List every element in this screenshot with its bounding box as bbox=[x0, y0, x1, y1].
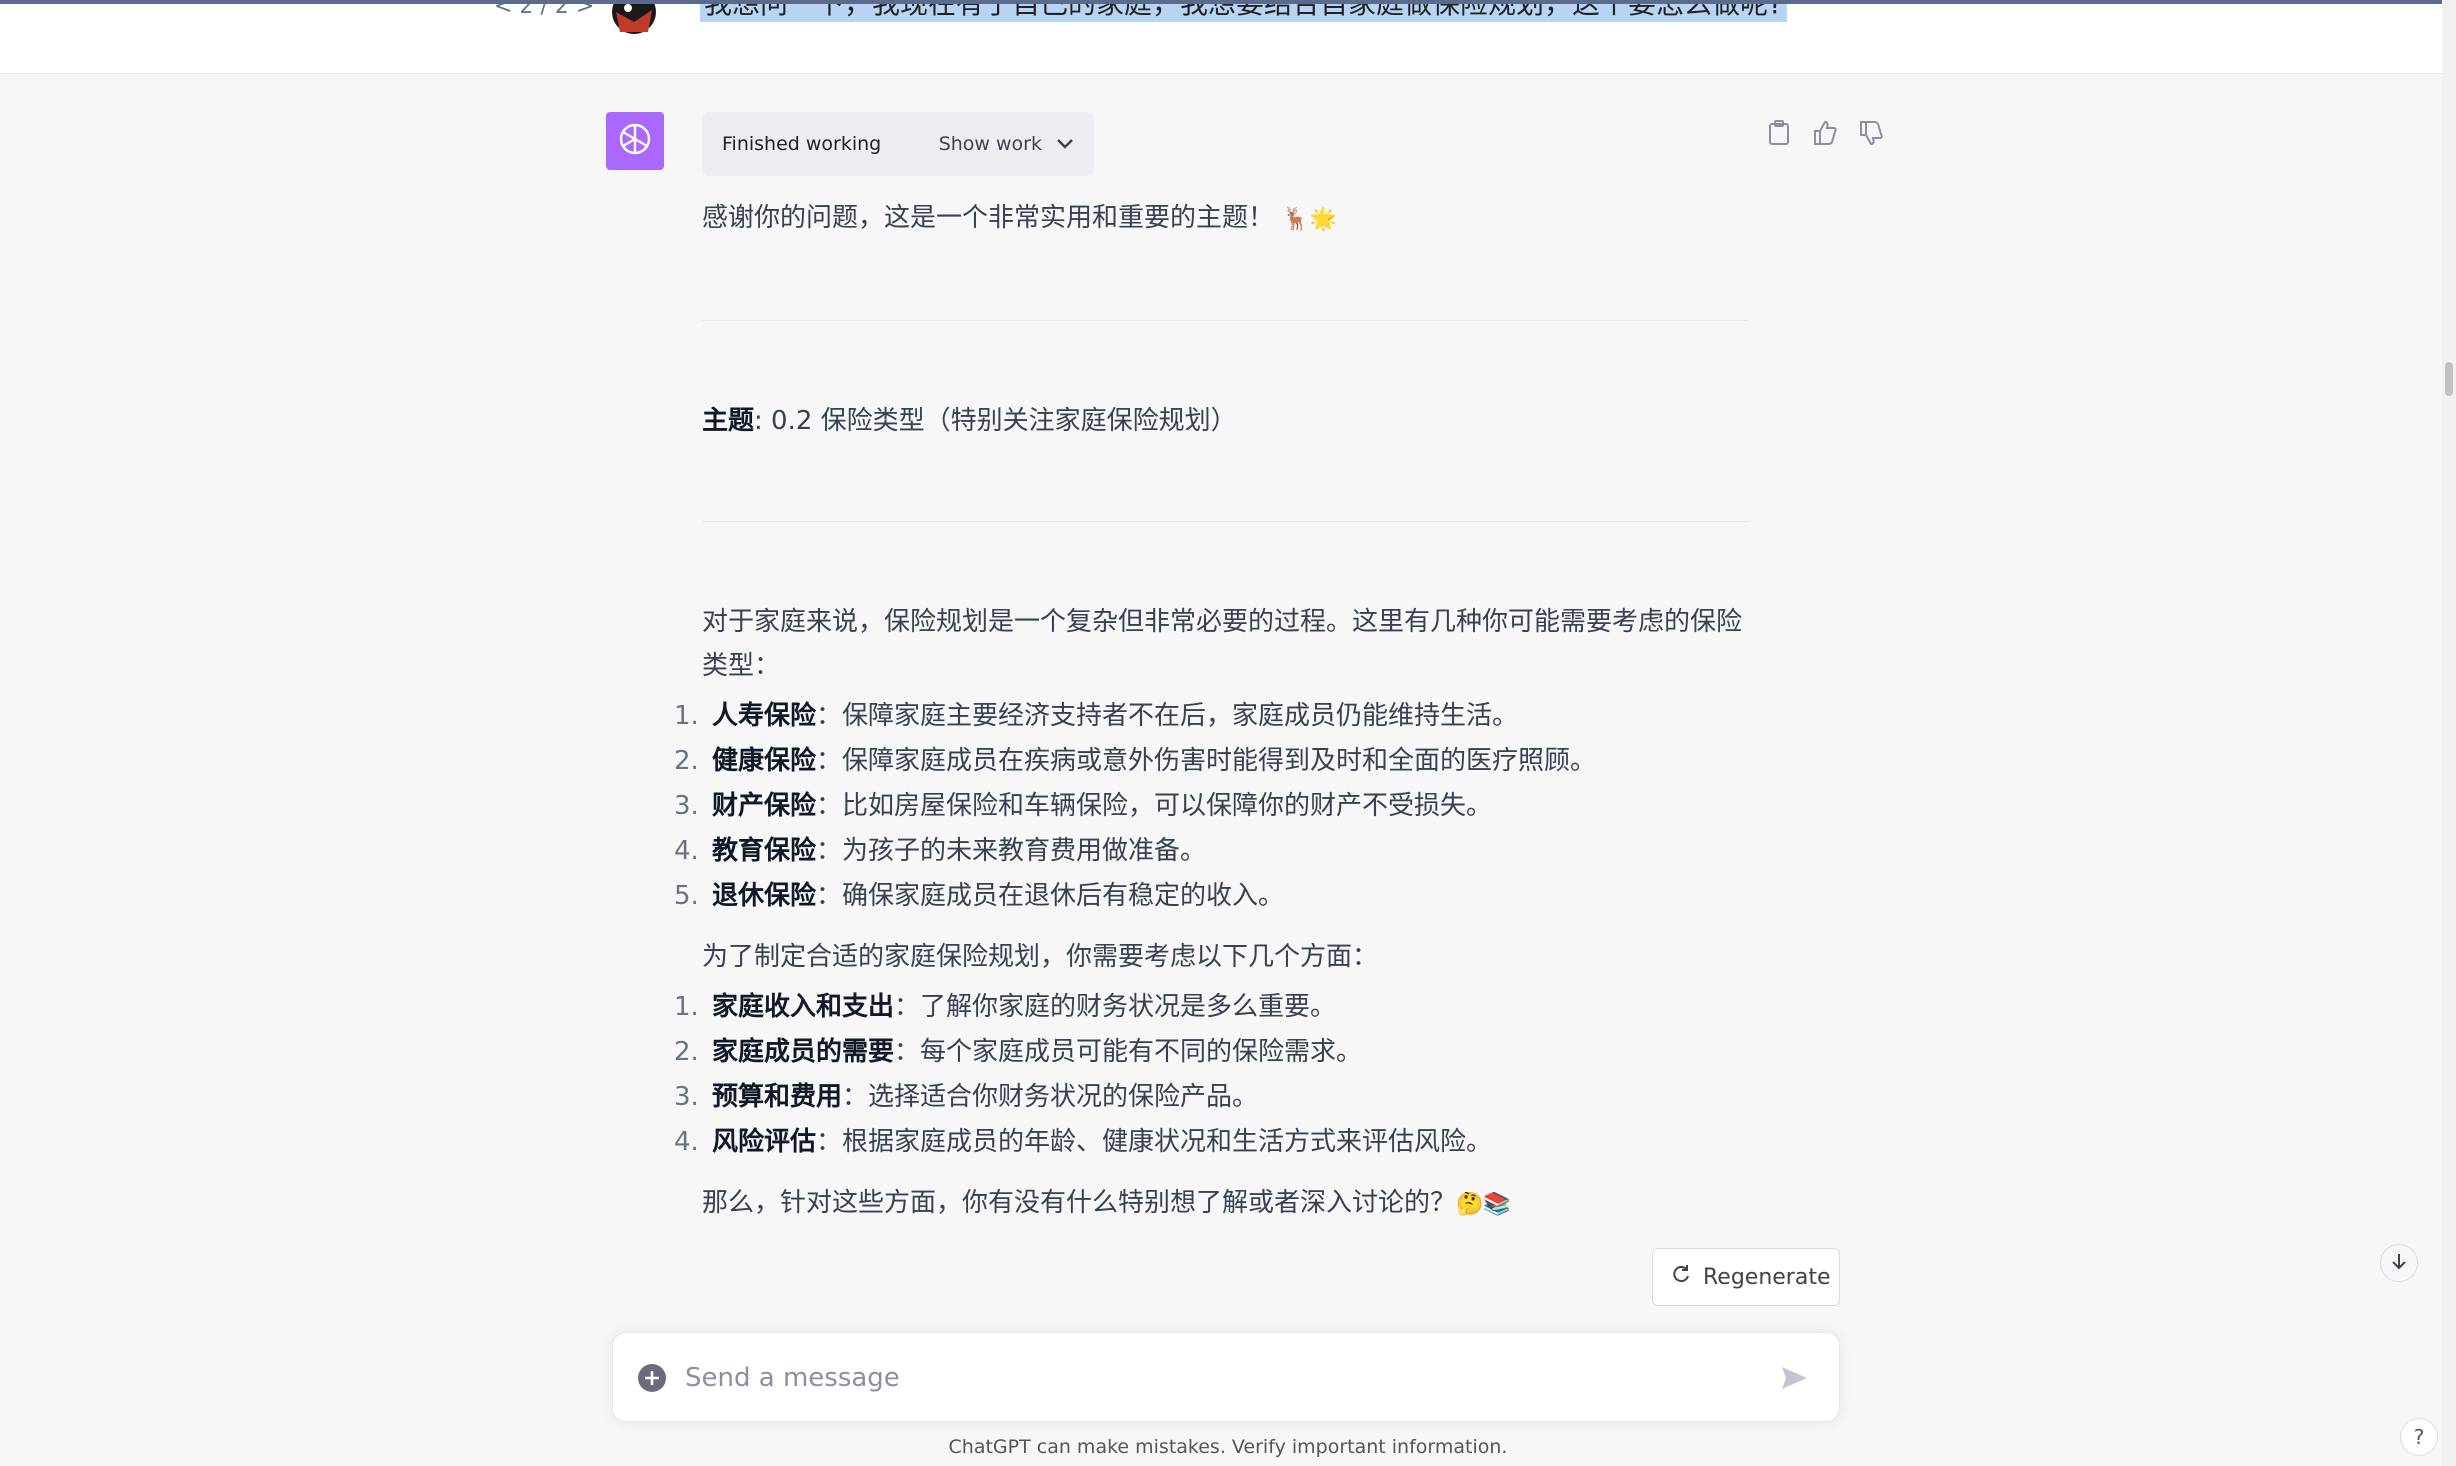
assistant-avatar bbox=[606, 112, 664, 170]
send-icon[interactable] bbox=[1779, 1363, 1811, 1395]
clipboard-icon[interactable] bbox=[1766, 118, 1792, 148]
list-description: ：选择适合你财务状况的保险产品。 bbox=[842, 1082, 1259, 1112]
list-number: 1. bbox=[674, 992, 699, 1022]
scrollbar-track[interactable] bbox=[2442, 0, 2456, 1466]
list-number: 2. bbox=[674, 746, 699, 776]
topic-value: : 0.2 保险类型（特别关注家庭保险规划） bbox=[754, 406, 1237, 436]
list-item: 2. 家庭成员的需要：每个家庭成员可能有不同的保险需求。 bbox=[674, 1030, 1748, 1075]
list-description: ：根据家庭成员的年龄、健康状况和生活方式来评估风险。 bbox=[816, 1127, 1493, 1157]
refresh-icon bbox=[1671, 1264, 1691, 1290]
list-term: 风险评估 bbox=[712, 1127, 817, 1157]
disclaimer-text: ChatGPT can make mistakes. Verify import… bbox=[948, 1436, 1508, 1458]
list-description: ：每个家庭成员可能有不同的保险需求。 bbox=[894, 1037, 1363, 1067]
insurance-types-intro: 对于家庭来说，保险规划是一个复杂但非常必要的过程。这里有几种你可能需要考虑的保险… bbox=[702, 607, 1743, 681]
list-item: 2. 健康保险：保障家庭成员在疾病或意外伤害时能得到及时和全面的医疗照顾。 bbox=[674, 739, 1748, 784]
user-avatar bbox=[604, 4, 664, 42]
plus-circle-icon[interactable] bbox=[637, 1363, 667, 1393]
message-actions bbox=[1766, 118, 1884, 148]
list-number: 1. bbox=[674, 701, 699, 731]
intro-emoji: 🦌🌟 bbox=[1282, 207, 1338, 232]
assistant-message-body: 感谢你的问题，这是一个非常实用和重要的主题！ 🦌🌟 主题: 0.2 保险类型（特… bbox=[674, 196, 1748, 1227]
list-description: ：保障家庭主要经济支持者不在后，家庭成员仍能维持生活。 bbox=[816, 701, 1519, 731]
list-number: 2. bbox=[674, 1037, 699, 1067]
list-description: ：保障家庭成员在疾病或意外伤害时能得到及时和全面的医疗照顾。 bbox=[816, 746, 1597, 776]
help-button[interactable]: ? bbox=[2400, 1418, 2438, 1456]
work-status-pill[interactable]: Finished working Show work bbox=[702, 112, 1094, 176]
previous-user-message: < 2 / 2 > 我想问一下，我现在有了自己的家庭，我想要结合自家庭做保险规划… bbox=[0, 0, 2456, 74]
considerations-list: 1. 家庭收入和支出：了解你家庭的财务状况是多么重要。 2. 家庭成员的需要：每个家庭… bbox=[674, 985, 1748, 1165]
list-number: 5. bbox=[674, 881, 699, 911]
topic-line: 主题: 0.2 保险类型（特别关注家庭保险规划） bbox=[702, 399, 1748, 443]
show-work-button[interactable]: Show work bbox=[939, 133, 1042, 155]
closing-text: 那么，针对这些方面，你有没有什么特别想了解或者深入讨论的？ bbox=[702, 1188, 1457, 1218]
closing-paragraph: 那么，针对这些方面，你有没有什么特别想了解或者深入讨论的？🤔📚 bbox=[702, 1181, 1748, 1227]
list-term: 退休保险 bbox=[712, 881, 817, 911]
list-item: 5. 退休保险：确保家庭成员在退休后有稳定的收入。 bbox=[674, 874, 1748, 919]
list-item: 1. 家庭收入和支出：了解你家庭的财务状况是多么重要。 bbox=[674, 985, 1748, 1030]
user-message-text: 我想问一下，我现在有了自己的家庭，我想要结合自家庭做保险规划，这个要怎么做呢? bbox=[700, 4, 1787, 22]
work-status-label: Finished working bbox=[722, 133, 882, 155]
thumbs-up-icon[interactable] bbox=[1812, 118, 1838, 148]
list-item: 4. 教育保险：为孩子的未来教育费用做准备。 bbox=[674, 829, 1748, 874]
list-description: ：比如房屋保险和车辆保险，可以保障你的财产不受损失。 bbox=[816, 791, 1493, 821]
list-number: 3. bbox=[674, 791, 699, 821]
list-term: 家庭成员的需要 bbox=[712, 1037, 895, 1067]
list-term: 教育保险 bbox=[712, 836, 817, 866]
response-pager[interactable]: < 2 / 2 > bbox=[494, 4, 594, 19]
list-number: 4. bbox=[674, 1127, 699, 1157]
message-input[interactable] bbox=[685, 1355, 1765, 1401]
list-description: ：为孩子的未来教育费用做准备。 bbox=[816, 836, 1207, 866]
list-description: ：确保家庭成员在退休后有稳定的收入。 bbox=[816, 881, 1285, 911]
topic-label: 主题 bbox=[702, 406, 755, 436]
list-term: 人寿保险 bbox=[712, 701, 817, 731]
intro-text: 感谢你的问题，这是一个非常实用和重要的主题！ bbox=[702, 203, 1275, 233]
scrollbar-thumb[interactable] bbox=[2445, 362, 2453, 396]
insurance-types-list: 1. 人寿保险：保障家庭主要经济支持者不在后，家庭成员仍能维持生活。 2. 健康保险：… bbox=[674, 694, 1748, 919]
list-number: 4. bbox=[674, 836, 699, 866]
considerations-intro: 为了制定合适的家庭保险规划，你需要考虑以下几个方面： bbox=[702, 942, 1379, 972]
message-composer bbox=[612, 1332, 1840, 1422]
list-item: 1. 人寿保险：保障家庭主要经济支持者不在后，家庭成员仍能维持生活。 bbox=[674, 694, 1748, 739]
list-term: 预算和费用 bbox=[712, 1082, 843, 1112]
list-number: 3. bbox=[674, 1082, 699, 1112]
list-term: 健康保险 bbox=[712, 746, 817, 776]
chevron-down-icon[interactable] bbox=[1056, 133, 1074, 155]
openai-logo-icon bbox=[617, 121, 653, 161]
scroll-to-bottom-button[interactable] bbox=[2380, 1244, 2418, 1282]
arrow-down-icon bbox=[2390, 1252, 2408, 1274]
list-description: ：了解你家庭的财务状况是多么重要。 bbox=[894, 992, 1337, 1022]
divider bbox=[702, 320, 1748, 321]
regenerate-button[interactable]: Regenerate bbox=[1652, 1248, 1840, 1306]
regenerate-label: Regenerate bbox=[1703, 1264, 1831, 1290]
list-item: 3. 财产保险：比如房屋保险和车辆保险，可以保障你的财产不受损失。 bbox=[674, 784, 1748, 829]
thumbs-down-icon[interactable] bbox=[1858, 118, 1884, 148]
list-term: 财产保险 bbox=[712, 791, 817, 821]
list-term: 家庭收入和支出 bbox=[712, 992, 895, 1022]
divider bbox=[702, 521, 1748, 522]
closing-emoji: 🤔📚 bbox=[1456, 1192, 1511, 1217]
list-item: 4. 风险评估：根据家庭成员的年龄、健康状况和生活方式来评估风险。 bbox=[674, 1120, 1748, 1165]
intro-paragraph: 感谢你的问题，这是一个非常实用和重要的主题！ 🦌🌟 bbox=[702, 196, 1748, 242]
list-item: 3. 预算和费用：选择适合你财务状况的保险产品。 bbox=[674, 1075, 1748, 1120]
